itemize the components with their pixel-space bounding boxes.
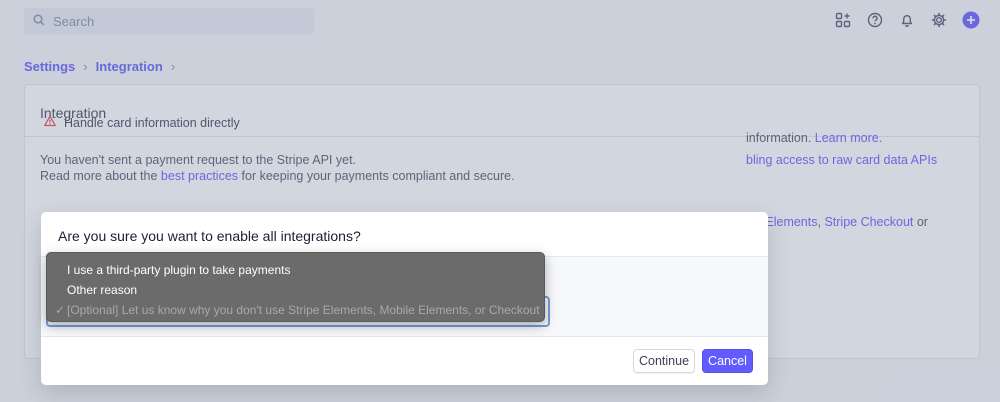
cancel-button[interactable]: Cancel [702, 349, 753, 373]
dropdown-option-optional-label: [Optional] Let us know why you don't use… [67, 303, 540, 317]
continue-button[interactable]: Continue [633, 349, 695, 373]
reason-dropdown-menu: I use a third-party plugin to take payme… [46, 252, 545, 322]
dropdown-option-third-party[interactable]: I use a third-party plugin to take payme… [47, 260, 544, 280]
checkmark-icon: ✓ [55, 303, 66, 317]
dropdown-option-optional[interactable]: ✓ [Optional] Let us know why you don't u… [47, 300, 544, 320]
dropdown-option-other[interactable]: Other reason [47, 280, 544, 300]
modal-title: Are you sure you want to enable all inte… [41, 212, 768, 257]
